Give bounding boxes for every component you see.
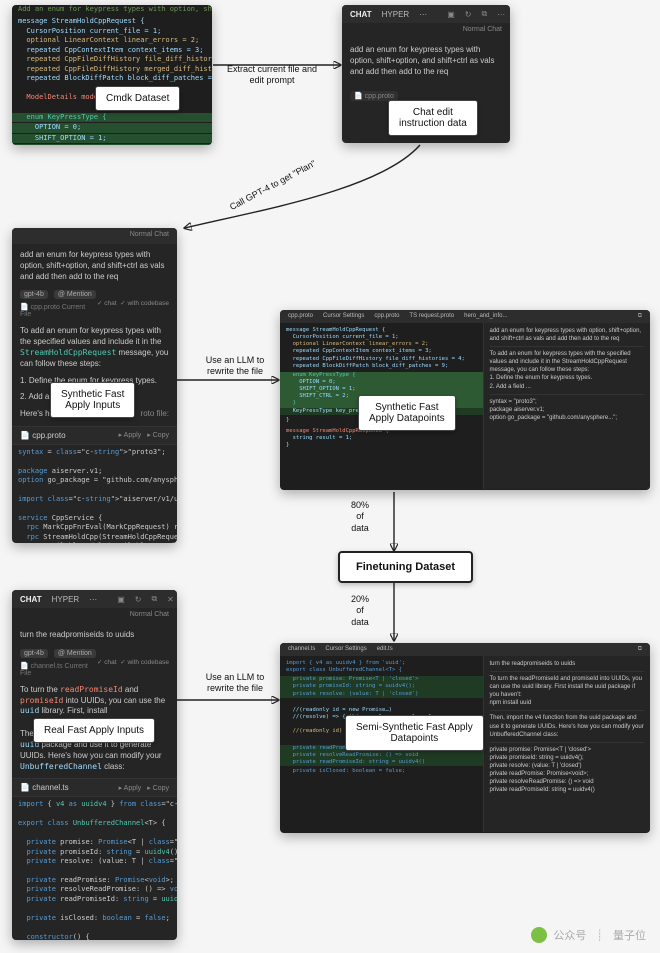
arrow-label-20pct: 20% of data: [340, 594, 380, 628]
ide-semi-chat: turn the readpromiseids to uuidsTo turn …: [484, 656, 651, 832]
apply-button-r[interactable]: ▸ Apply: [119, 784, 142, 792]
label-cmdk-dataset: Cmdk Dataset: [95, 86, 180, 111]
more-icon[interactable]: ⋯: [497, 9, 505, 19]
section-file-r: channel.ts Current File: [20, 663, 88, 677]
ide-syn-chat: add an enum for keypress types with opti…: [484, 323, 651, 489]
codebase-btn-r[interactable]: ✓ with codebase: [120, 659, 169, 666]
label-chat-edit: Chat edit instruction data: [388, 100, 478, 136]
chat-tab-chat-r[interactable]: CHAT: [20, 595, 42, 604]
label-syn-data: Synthetic Fast Apply Datapoints: [358, 395, 456, 431]
arrow-label-rewrite1: Use an LLM to rewrite the file: [180, 355, 290, 378]
real-code-block: import { v4 as uuidv4 } from class="c-st…: [12, 797, 177, 940]
arrow-label-extract: Extract current file and edit prompt: [217, 64, 327, 87]
tab[interactable]: Cursor Settings: [325, 646, 366, 653]
label-real-inputs: Real Fast Apply Inputs: [33, 718, 155, 743]
mention-chip[interactable]: @ Mention: [54, 290, 96, 299]
model-chip-r[interactable]: gpt-4b: [20, 649, 48, 658]
history-icon-r[interactable]: ↻: [135, 594, 142, 604]
apply-button[interactable]: ▸ Apply: [119, 431, 142, 439]
plan-prompt: add an enum for keypress types with opti…: [12, 244, 177, 288]
watermark-text-right: 量子位: [613, 927, 646, 943]
model-chip[interactable]: gpt-4b: [20, 290, 48, 299]
chat-mode-plan: Normal Chat: [12, 228, 177, 244]
arrow-label-80pct: 80% of data: [340, 500, 380, 534]
history-icon[interactable]: ↻: [465, 9, 472, 19]
split-icon[interactable]: ⧉: [638, 646, 642, 653]
chat-tab-more[interactable]: ···: [419, 10, 427, 19]
tab[interactable]: TS request.proto: [409, 313, 454, 320]
section-file: cpp.proto Current File: [20, 304, 85, 318]
new-chat-icon-r[interactable]: ▣: [117, 594, 125, 604]
real-prompt: turn the readpromiseids to uuids: [12, 624, 177, 647]
wechat-icon: [531, 927, 547, 943]
ide-syn-tabs: cpp.proto Cursor Settings cpp.proto TS r…: [280, 310, 650, 323]
arrow-label-rewrite2: Use an LLM to rewrite the file: [180, 672, 290, 695]
tab[interactable]: cpp.proto: [374, 313, 399, 320]
ide-semi-tabs: channel.ts Cursor Settings edit.ts ⧉: [280, 643, 650, 656]
chat-panel-real: CHAT HYPER ··· ▣ ↻ ⧉ ✕ Normal Chat turn …: [12, 590, 177, 940]
label-finetune: Finetuning Dataset: [338, 551, 473, 583]
chat-tab-hyper[interactable]: HYPER: [382, 10, 410, 19]
meta-row: gpt-4b @ Mention ✓ chat ✓ with codebase: [12, 288, 177, 301]
code-file-chip: 📄 cpp.proto: [20, 431, 66, 440]
tab[interactable]: edit.ts: [377, 646, 393, 653]
arrow-label-plan: Call GPT-4 to get "Plan": [222, 155, 324, 217]
cmdk-prompt: Add an enum for keypress types with opti…: [12, 5, 212, 14]
chat-btn-r[interactable]: ✓ chat: [97, 659, 117, 666]
close-icon-r[interactable]: ✕: [167, 594, 174, 604]
chat-tab-more-r[interactable]: ···: [89, 595, 97, 604]
tab[interactable]: hero_and_info...: [464, 313, 507, 320]
chat-mode: Normal Chat: [342, 23, 510, 39]
watermark-text-left: 公众号: [553, 927, 586, 943]
chat-tab-chat[interactable]: CHAT: [350, 10, 372, 19]
chat-header-real: CHAT HYPER ··· ▣ ↻ ⧉ ✕: [12, 590, 177, 608]
split-icon-tr[interactable]: ⧉: [481, 9, 487, 19]
mention-chip-r[interactable]: @ Mention: [54, 649, 96, 658]
watermark: 公众号 ┊ 量子位: [531, 927, 646, 943]
label-semi-data: Semi-Synthetic Fast Apply Datapoints: [345, 715, 484, 751]
copy-button-r[interactable]: ▸ Copy: [147, 784, 169, 792]
tab[interactable]: Cursor Settings: [323, 313, 364, 320]
plan-code-block: syntax = class="c-string">"proto3"; pack…: [12, 445, 177, 543]
ide-synthetic: cpp.proto Cursor Settings cpp.proto TS r…: [280, 310, 650, 490]
cmdk-code-block: message StreamHoldCppRequest { CursorPos…: [12, 17, 212, 145]
tab[interactable]: cpp.proto: [288, 313, 313, 320]
label-syn-inputs: Synthetic Fast Apply Inputs: [50, 382, 135, 418]
tab[interactable]: channel.ts: [288, 646, 315, 653]
codebase-btn[interactable]: ✓ with codebase: [120, 300, 169, 307]
chat-btn[interactable]: ✓ chat: [97, 300, 117, 307]
new-chat-icon[interactable]: ▣: [447, 9, 455, 19]
chat-prompt: add an enum for keypress types with opti…: [342, 39, 510, 83]
code-file-chip-r: 📄 channel.ts: [20, 783, 69, 792]
cmdk-code-panel: Add an enum for keypress types with opti…: [12, 5, 212, 145]
chat-header: CHAT HYPER ··· ▣ ↻ ⧉ ⋯ ✕: [342, 5, 510, 23]
split-icon-r[interactable]: ⧉: [151, 594, 157, 604]
chat-tab-hyper-r[interactable]: HYPER: [52, 595, 80, 604]
real-p1: To turn the readPromiseId and promiseId …: [12, 679, 177, 723]
copy-button[interactable]: ▸ Copy: [147, 431, 169, 439]
chat-mode-real: Normal Chat: [12, 608, 177, 624]
plan-p1: To add an enum for keypress types with t…: [12, 320, 177, 375]
separator-icon: ┊: [596, 929, 603, 942]
split-icon[interactable]: ⧉: [638, 313, 642, 320]
